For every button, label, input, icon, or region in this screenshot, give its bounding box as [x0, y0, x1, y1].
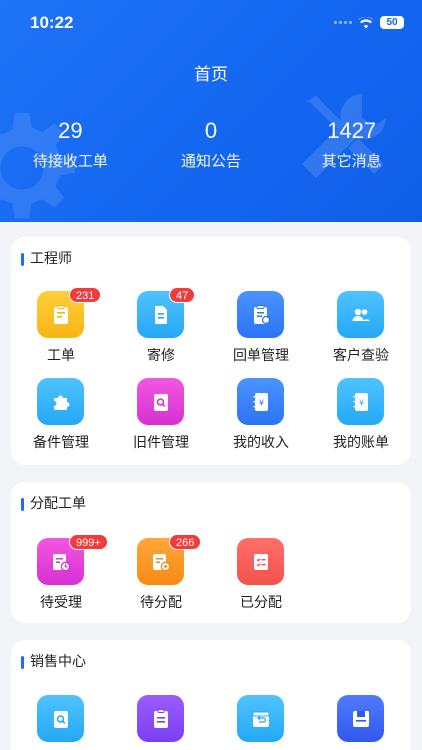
grid-item-sales-4[interactable]: [311, 693, 411, 750]
section-title: 销售中心: [21, 654, 86, 670]
grid-item-label: 我的账单: [333, 435, 389, 451]
search-doc-icon: [137, 378, 184, 425]
checklist-icon: [237, 538, 284, 585]
engineer-section: 工程师 231 工单 47 寄修 回单管理 客户查验 备件管理 旧件管理 ¥ 我…: [11, 237, 411, 465]
grid-item-label: 备件管理: [33, 435, 89, 451]
grid-item-work-order[interactable]: 231 工单: [11, 287, 111, 376]
grid-item-mail-repair[interactable]: 47 寄修: [111, 287, 211, 376]
dispatch-section: 分配工单 999+ 待受理 266 待分配 已分配: [11, 482, 411, 623]
grid-item-spare-parts[interactable]: 备件管理: [11, 376, 111, 463]
grid-item-sales-3[interactable]: [211, 693, 311, 750]
grid-item-label: 旧件管理: [133, 435, 189, 451]
badge-count: 266: [169, 534, 202, 550]
section-title: 分配工单: [21, 496, 86, 512]
header-banner: 10:22 50 首页 29 待接收工单 0 通知公告 1427 其它消息: [0, 0, 422, 222]
page-title: 首页: [194, 65, 228, 85]
grid-item-label: 待受理: [40, 595, 82, 611]
grid-item-label: 已分配: [240, 595, 282, 611]
save-disk-icon: [337, 695, 384, 742]
grid-item-my-income[interactable]: ¥ 我的收入: [211, 376, 311, 463]
stat-other-messages[interactable]: 1427 其它消息: [281, 118, 422, 171]
grid-item-label: 客户查验: [333, 348, 389, 364]
sales-section: 销售中心: [11, 640, 411, 750]
badge-count: 47: [169, 287, 196, 303]
grid-item-label: 我的收入: [233, 435, 289, 451]
stat-label: 通知公告: [181, 152, 242, 170]
badge-count: 231: [69, 287, 102, 303]
grid-item-sales-2[interactable]: [111, 693, 211, 750]
signal-icon: [334, 21, 352, 24]
grid-item-label: 回单管理: [233, 348, 289, 364]
grid-item-customer-inspection[interactable]: 客户查验: [311, 289, 411, 376]
stat-value: 1427: [327, 118, 377, 143]
users-icon: [337, 291, 384, 338]
grid-item-label: 待分配: [140, 595, 182, 611]
grid-item-my-bill[interactable]: ¥ 我的账单: [311, 376, 411, 463]
income-book-icon: ¥: [237, 378, 284, 425]
stat-notices[interactable]: 0 通知公告: [141, 118, 282, 171]
grid-item-pending-assignment[interactable]: 266 待分配: [111, 534, 211, 623]
status-time: 10:22: [30, 13, 74, 32]
grid-item-label: 工单: [47, 348, 75, 364]
bill-book-icon: ¥: [337, 378, 384, 425]
clipboard-list-icon: [237, 291, 284, 338]
stat-value: 29: [58, 118, 83, 143]
svg-text:¥: ¥: [358, 398, 363, 407]
return-box-icon: [237, 695, 284, 742]
search-doc-icon: [37, 695, 84, 742]
status-bar: 10:22 50: [0, 0, 422, 46]
grid-item-receipt-management[interactable]: 回单管理: [211, 289, 311, 376]
clipboard-icon: [137, 695, 184, 742]
svg-text:¥: ¥: [258, 398, 263, 407]
stats-row: 29 待接收工单 0 通知公告 1427 其它消息: [0, 118, 422, 171]
battery-icon: 50: [380, 16, 404, 29]
stat-value: 0: [204, 118, 218, 143]
grid-item-old-parts[interactable]: 旧件管理: [111, 376, 211, 463]
badge-count: 999+: [69, 534, 108, 550]
stat-pending-orders[interactable]: 29 待接收工单: [0, 118, 141, 171]
stat-label: 其它消息: [321, 152, 382, 170]
puzzle-icon: [37, 378, 84, 425]
grid-item-sales-1[interactable]: [11, 693, 111, 750]
grid-item-label: 寄修: [147, 348, 175, 364]
stat-label: 待接收工单: [32, 152, 108, 170]
wifi-icon: [358, 16, 374, 28]
grid-item-assigned[interactable]: 已分配: [211, 536, 311, 623]
section-title: 工程师: [21, 251, 72, 267]
grid-item-pending-acceptance[interactable]: 999+ 待受理: [11, 534, 111, 623]
